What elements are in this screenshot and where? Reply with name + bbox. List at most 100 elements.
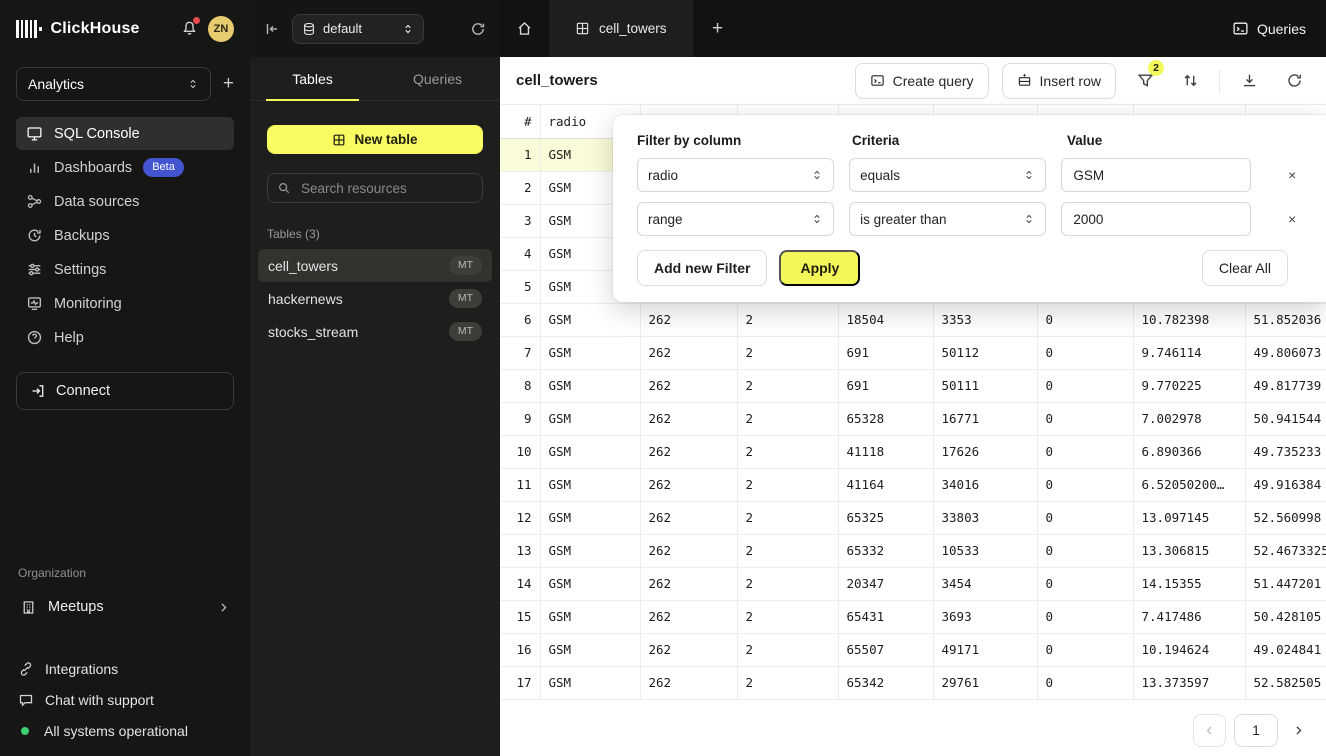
filter-value-input[interactable] [1061, 202, 1251, 236]
cell: 7.002978 [1133, 402, 1245, 435]
remove-filter-icon[interactable]: × [1282, 211, 1302, 227]
sidebar-item-label: Meetups [48, 599, 104, 615]
cell: 14.15355 [1133, 567, 1245, 600]
prev-page-button[interactable] [1193, 714, 1226, 747]
avatar[interactable]: ZN [208, 16, 234, 42]
create-query-button[interactable]: Create query [855, 63, 989, 99]
cell: 3693 [933, 600, 1037, 633]
cell: 52.582505 [1245, 666, 1326, 699]
cell: 0 [1037, 633, 1133, 666]
table-row[interactable]: 15GSM262265431369307.41748650.428105 [500, 600, 1326, 633]
collapse-panel-icon[interactable] [264, 21, 280, 37]
database-selector[interactable]: default [292, 14, 424, 44]
filter-criteria-select[interactable]: is greater than [849, 202, 1046, 236]
add-workspace-button[interactable]: + [223, 73, 234, 95]
system-status[interactable]: All systems operational [16, 720, 234, 742]
table-row[interactable]: 13GSM26226533210533013.30681552.4673325 [500, 534, 1326, 567]
database-icon [302, 22, 316, 36]
sidebar-item-dashboards[interactable]: Dashboards Beta [16, 151, 234, 184]
cell: 16771 [933, 402, 1037, 435]
next-page-button[interactable] [1286, 714, 1310, 747]
cell: 2 [737, 567, 838, 600]
tab-cell-towers[interactable]: cell_towers [549, 0, 693, 57]
cell: 2 [737, 666, 838, 699]
mt-badge: MT [449, 322, 482, 341]
cell: GSM [540, 303, 640, 336]
row-number: 17 [500, 666, 540, 699]
insert-row-button[interactable]: Insert row [1002, 63, 1116, 99]
refresh-table-button[interactable] [1278, 65, 1310, 97]
workspace-selector[interactable]: Analytics [16, 67, 211, 101]
home-tab[interactable] [500, 0, 549, 57]
sidebar-item-help[interactable]: Help [16, 321, 234, 354]
cell: 0 [1037, 369, 1133, 402]
filter-value-input[interactable] [1061, 158, 1251, 192]
table-row[interactable]: 17GSM26226534229761013.37359752.582505 [500, 666, 1326, 699]
table-row[interactable]: 12GSM26226532533803013.09714552.560998 [500, 501, 1326, 534]
table-row[interactable]: 6GSM2622185043353010.78239851.852036 [500, 303, 1326, 336]
sidebar-item-integrations[interactable]: Integrations [16, 658, 234, 680]
list-item-cell-towers[interactable]: cell_towers MT [258, 249, 492, 282]
integrations-icon [18, 661, 34, 677]
filter-column-select[interactable]: radio [637, 158, 834, 192]
sidebar-nav: SQL Console Dashboards Beta Data sources… [16, 117, 234, 354]
sidebar-item-backups[interactable]: Backups [16, 219, 234, 252]
remove-filter-icon[interactable]: × [1282, 167, 1302, 183]
panel-refresh-icon[interactable] [470, 21, 486, 37]
tables-section-label: Tables (3) [267, 227, 483, 241]
filter-count-badge: 2 [1148, 60, 1164, 76]
row-number: 1 [500, 138, 540, 171]
new-tab-button[interactable]: + [693, 0, 743, 57]
table-row[interactable]: 11GSM2622411643401606.52050200…49.916384 [500, 468, 1326, 501]
tab-tables[interactable]: Tables [250, 57, 375, 100]
sort-button[interactable] [1174, 65, 1206, 97]
table-row[interactable]: 10GSM2622411181762606.89036649.735233 [500, 435, 1326, 468]
topbar: ClickHouse ZN default cell_towers [0, 0, 1326, 57]
download-button[interactable] [1233, 65, 1265, 97]
filter-column-select[interactable]: range [637, 202, 834, 236]
row-number: 9 [500, 402, 540, 435]
cell: 13.097145 [1133, 501, 1245, 534]
page-title: cell_towers [516, 72, 598, 89]
row-number: 8 [500, 369, 540, 402]
current-page-box[interactable]: 1 [1234, 714, 1278, 747]
status-label: All systems operational [44, 723, 188, 739]
row-number: 16 [500, 633, 540, 666]
table-row[interactable]: 14GSM2622203473454014.1535551.447201 [500, 567, 1326, 600]
sidebar-item-label: Monitoring [54, 296, 122, 312]
search-input[interactable] [299, 180, 480, 197]
list-item-hackernews[interactable]: hackernews MT [258, 282, 492, 315]
clear-all-button[interactable]: Clear All [1202, 250, 1288, 286]
cell: 49.916384 [1245, 468, 1326, 501]
queries-button[interactable]: Queries [1212, 0, 1326, 57]
cell: 2 [737, 633, 838, 666]
filter-criteria-value: is greater than [860, 212, 946, 227]
sidebar-item-chat-support[interactable]: Chat with support [16, 689, 234, 711]
search-resources-box [267, 173, 483, 203]
cell: 50112 [933, 336, 1037, 369]
cell: 41164 [838, 468, 933, 501]
sidebar-item-data-sources[interactable]: Data sources [16, 185, 234, 218]
apply-button[interactable]: Apply [779, 250, 860, 286]
tab-queries[interactable]: Queries [375, 57, 500, 100]
table-row[interactable]: 7GSM26226915011209.74611449.806073 [500, 336, 1326, 369]
filter-button[interactable]: 2 [1129, 65, 1161, 97]
cell: 65328 [838, 402, 933, 435]
sidebar-item-meetups[interactable]: Meetups [16, 590, 234, 624]
sidebar-item-settings[interactable]: Settings [16, 253, 234, 286]
sidebar-item-sql-console[interactable]: SQL Console [16, 117, 234, 150]
table-row[interactable]: 8GSM26226915011109.77022549.817739 [500, 369, 1326, 402]
new-table-button[interactable]: New table [267, 125, 483, 154]
list-item-stocks-stream[interactable]: stocks_stream MT [258, 315, 492, 348]
sidebar-footer: Integrations Chat with support All syste… [16, 658, 234, 742]
footer-item-label: Chat with support [45, 692, 154, 708]
cell: 691 [838, 369, 933, 402]
table-row[interactable]: 9GSM2622653281677107.00297850.941544 [500, 402, 1326, 435]
notifications-bell-icon[interactable] [181, 20, 198, 37]
filter-criteria-select[interactable]: equals [849, 158, 1046, 192]
add-new-filter-button[interactable]: Add new Filter [637, 250, 767, 286]
workspace-selector-value: Analytics [28, 76, 84, 92]
connect-button[interactable]: Connect [16, 372, 234, 410]
sidebar-item-monitoring[interactable]: Monitoring [16, 287, 234, 320]
table-row[interactable]: 16GSM26226550749171010.19462449.024841 [500, 633, 1326, 666]
